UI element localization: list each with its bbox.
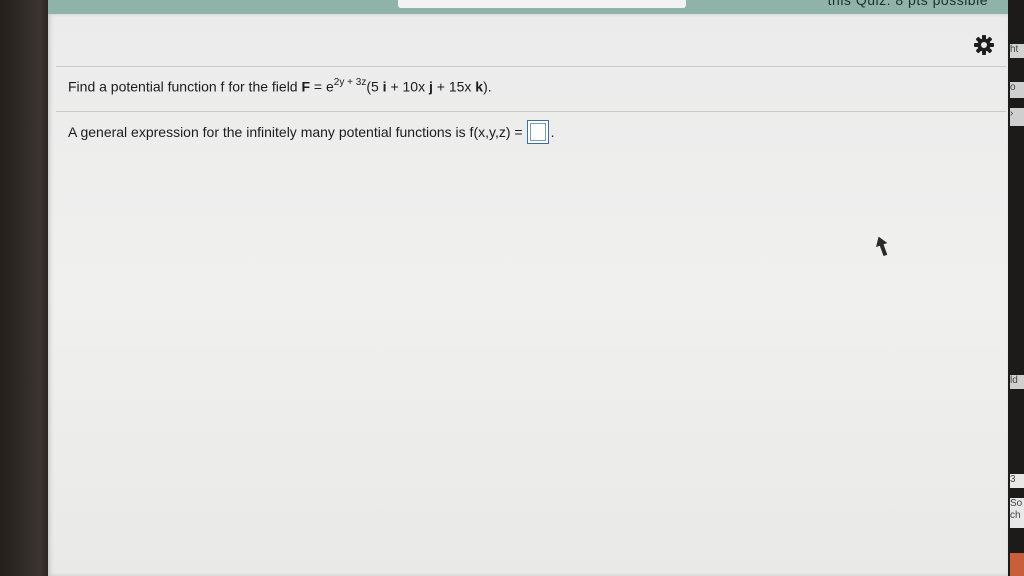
field-label: F xyxy=(301,78,311,95)
vector-close: ). xyxy=(483,78,492,95)
exponent: 2y + 3z xyxy=(333,77,367,88)
answer-input[interactable] xyxy=(526,120,549,144)
top-tab-strip xyxy=(398,0,686,8)
right-edge-window: ht o › ld 3 So ch xyxy=(1008,0,1024,576)
vector-plus-2: + 15x xyxy=(432,78,476,95)
quiz-points-text: this Quiz: 8 pts possible xyxy=(827,0,988,8)
divider-top xyxy=(56,66,1006,67)
edge-item-5: 3 xyxy=(1010,474,1024,488)
unit-k: k xyxy=(475,78,484,95)
screen: this Quiz: 8 pts possible Find a potenti… xyxy=(0,0,1024,576)
divider-question xyxy=(56,111,1006,112)
equals-e: = e xyxy=(310,78,334,95)
vector-plus-1: + 10x xyxy=(386,78,429,95)
edge-item-6: So ch xyxy=(1010,498,1024,528)
gear-icon[interactable] xyxy=(973,34,995,56)
edge-item-4: ld xyxy=(1010,375,1024,389)
edge-item-3: › xyxy=(1010,108,1024,126)
question-panel: Find a potential function f for the fiel… xyxy=(48,14,1008,576)
answer-line: A general expression for the infinitely … xyxy=(68,120,554,144)
question-prefix: Find a potential function f for the fiel… xyxy=(68,78,302,95)
question-text: Find a potential function f for the fiel… xyxy=(68,77,492,95)
edge-item-2: o xyxy=(1010,82,1024,98)
vector-open: (5 xyxy=(366,78,383,95)
mouse-cursor-icon xyxy=(876,236,888,256)
answer-suffix: . xyxy=(550,124,555,140)
edge-item-7 xyxy=(1010,553,1024,576)
edge-item-1: ht xyxy=(1010,44,1024,58)
top-bar: this Quiz: 8 pts possible xyxy=(48,0,1008,14)
answer-prompt: A general expression for the infinitely … xyxy=(68,124,523,140)
